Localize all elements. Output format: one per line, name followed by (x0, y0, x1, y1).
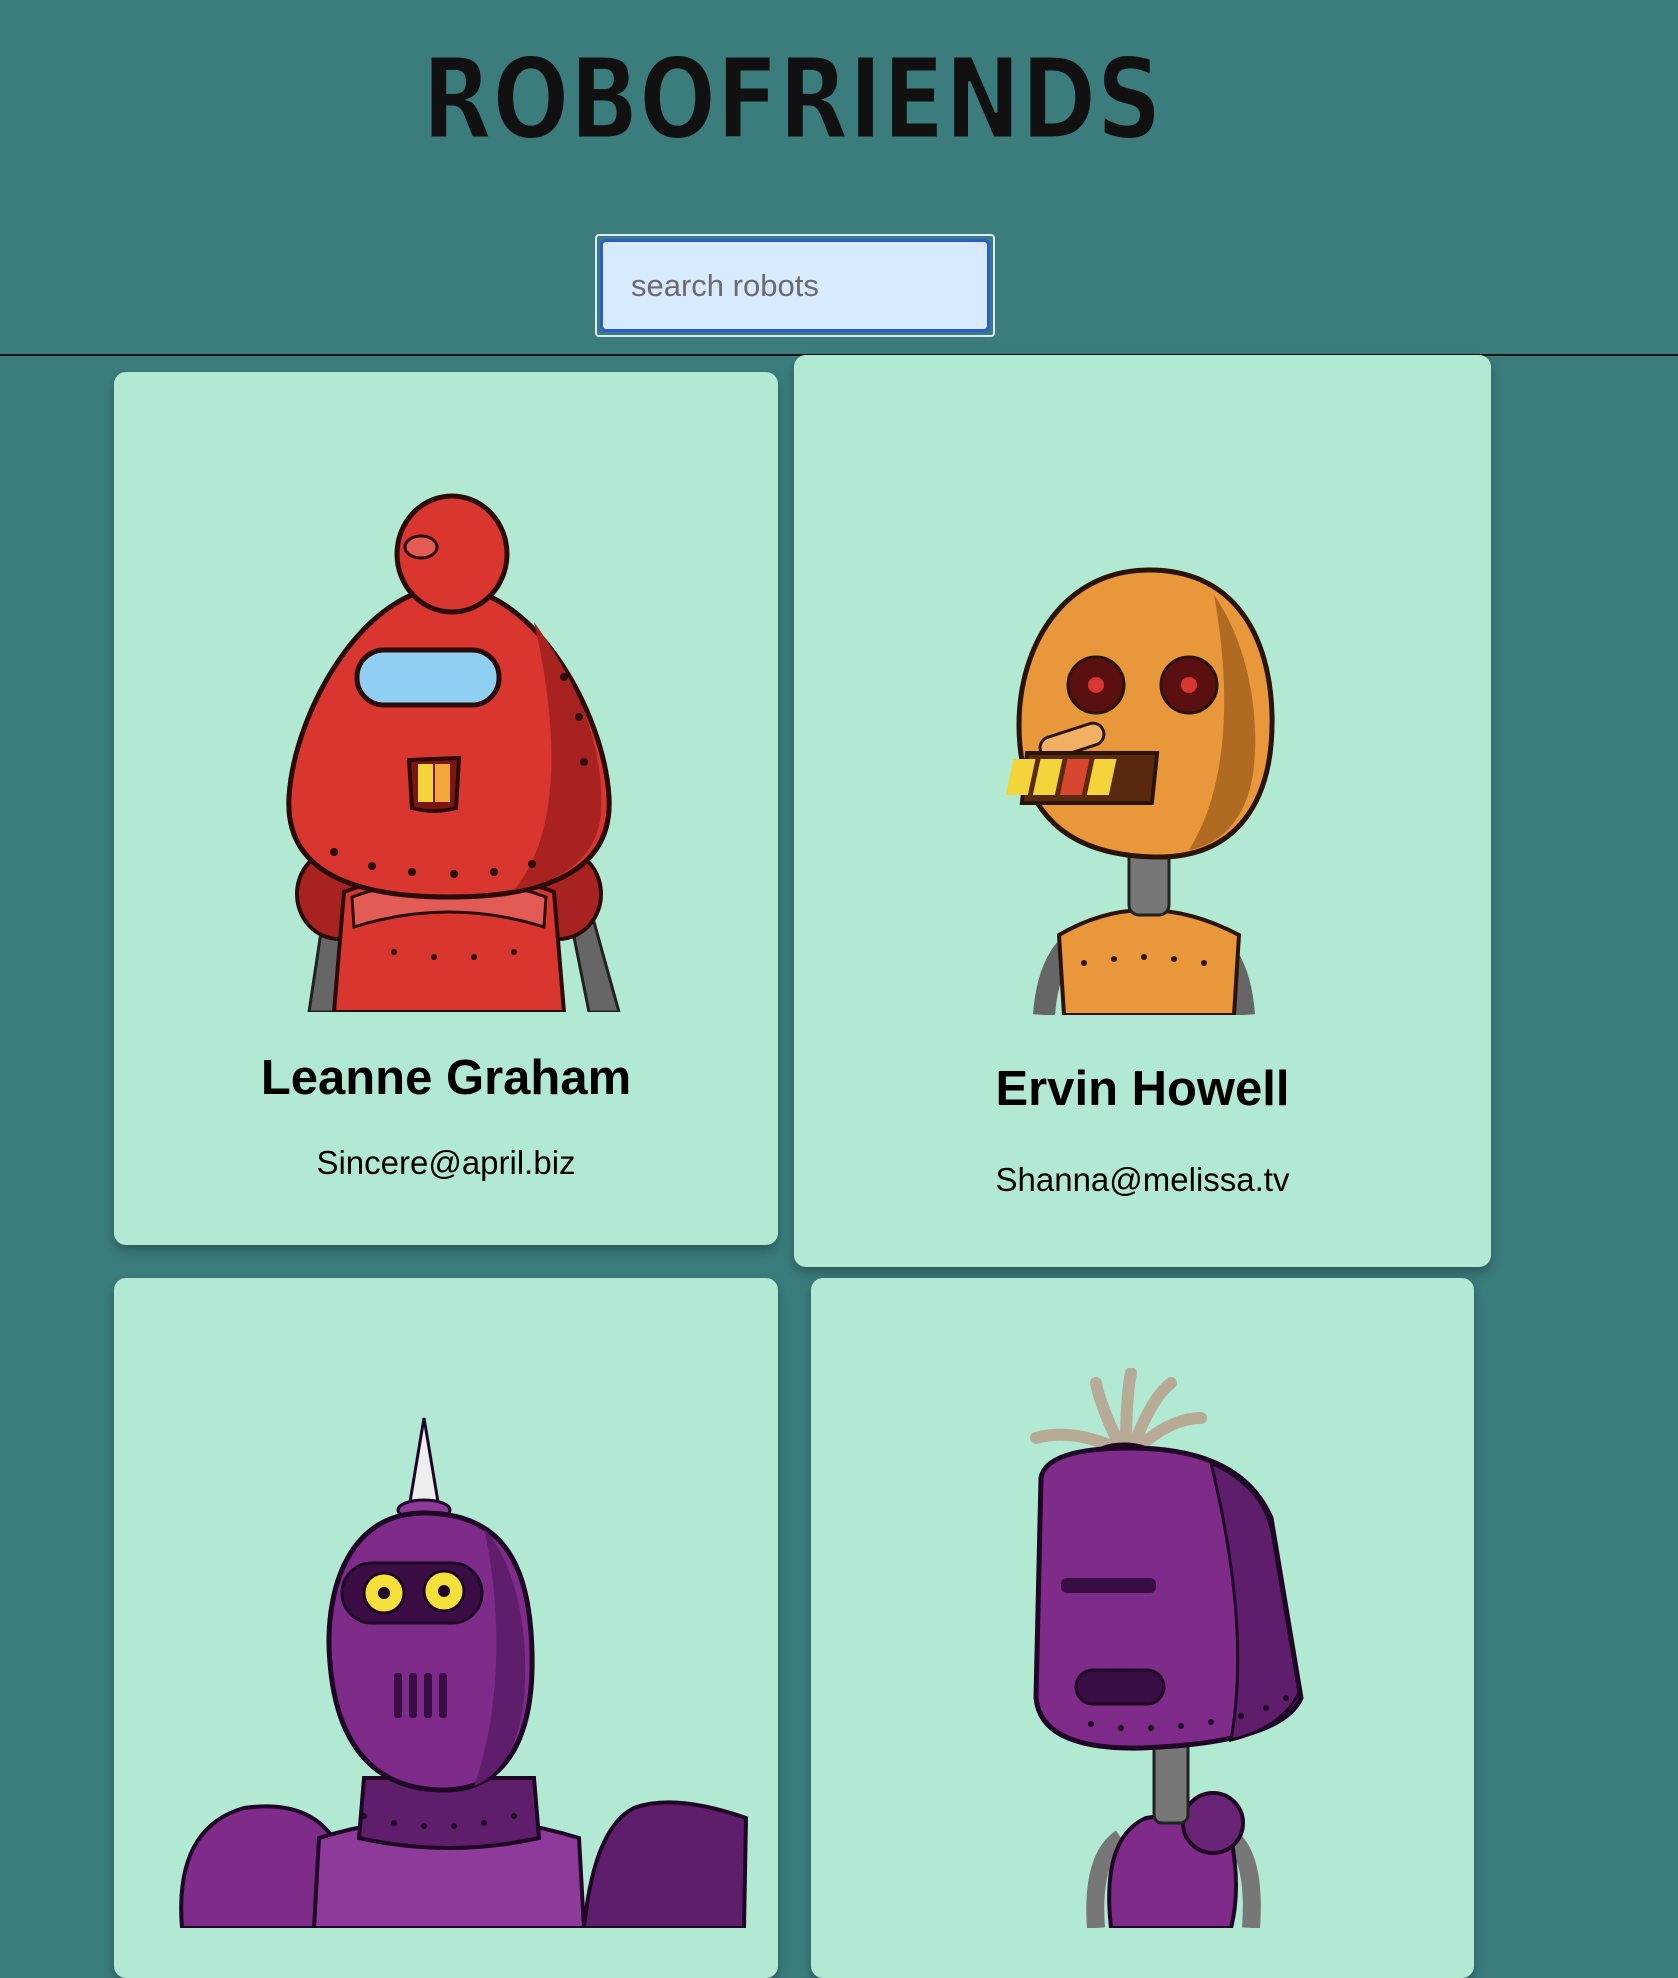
header: ROBOFRIENDS (0, 0, 1678, 355)
search-input[interactable] (600, 239, 990, 332)
robot-name: Ervin Howell (995, 1062, 1290, 1116)
search-box (595, 234, 995, 337)
robot-name: Leanne Graham (260, 1051, 632, 1105)
robot-card[interactable]: Ervin Howell Shanna@melissa.tv (794, 355, 1491, 1267)
robot-email: Shanna@melissa.tv (995, 1161, 1290, 1198)
robot-card[interactable] (114, 1278, 778, 1978)
robot-avatar-orange (1005, 567, 1275, 1015)
app-title: ROBOFRIENDS (422, 38, 1162, 153)
robot-email: Sincere@april.biz (316, 1144, 576, 1181)
robot-avatar-purple-tuft (1030, 1368, 1304, 1928)
robot-avatar-purple (179, 1417, 749, 1928)
app-logo: ROBOFRIENDS (421, 38, 1164, 153)
robot-avatar-red (286, 493, 621, 1012)
robot-card[interactable]: Leanne Graham Sincere@april.biz (114, 372, 778, 1245)
robot-card[interactable] (811, 1278, 1474, 1978)
